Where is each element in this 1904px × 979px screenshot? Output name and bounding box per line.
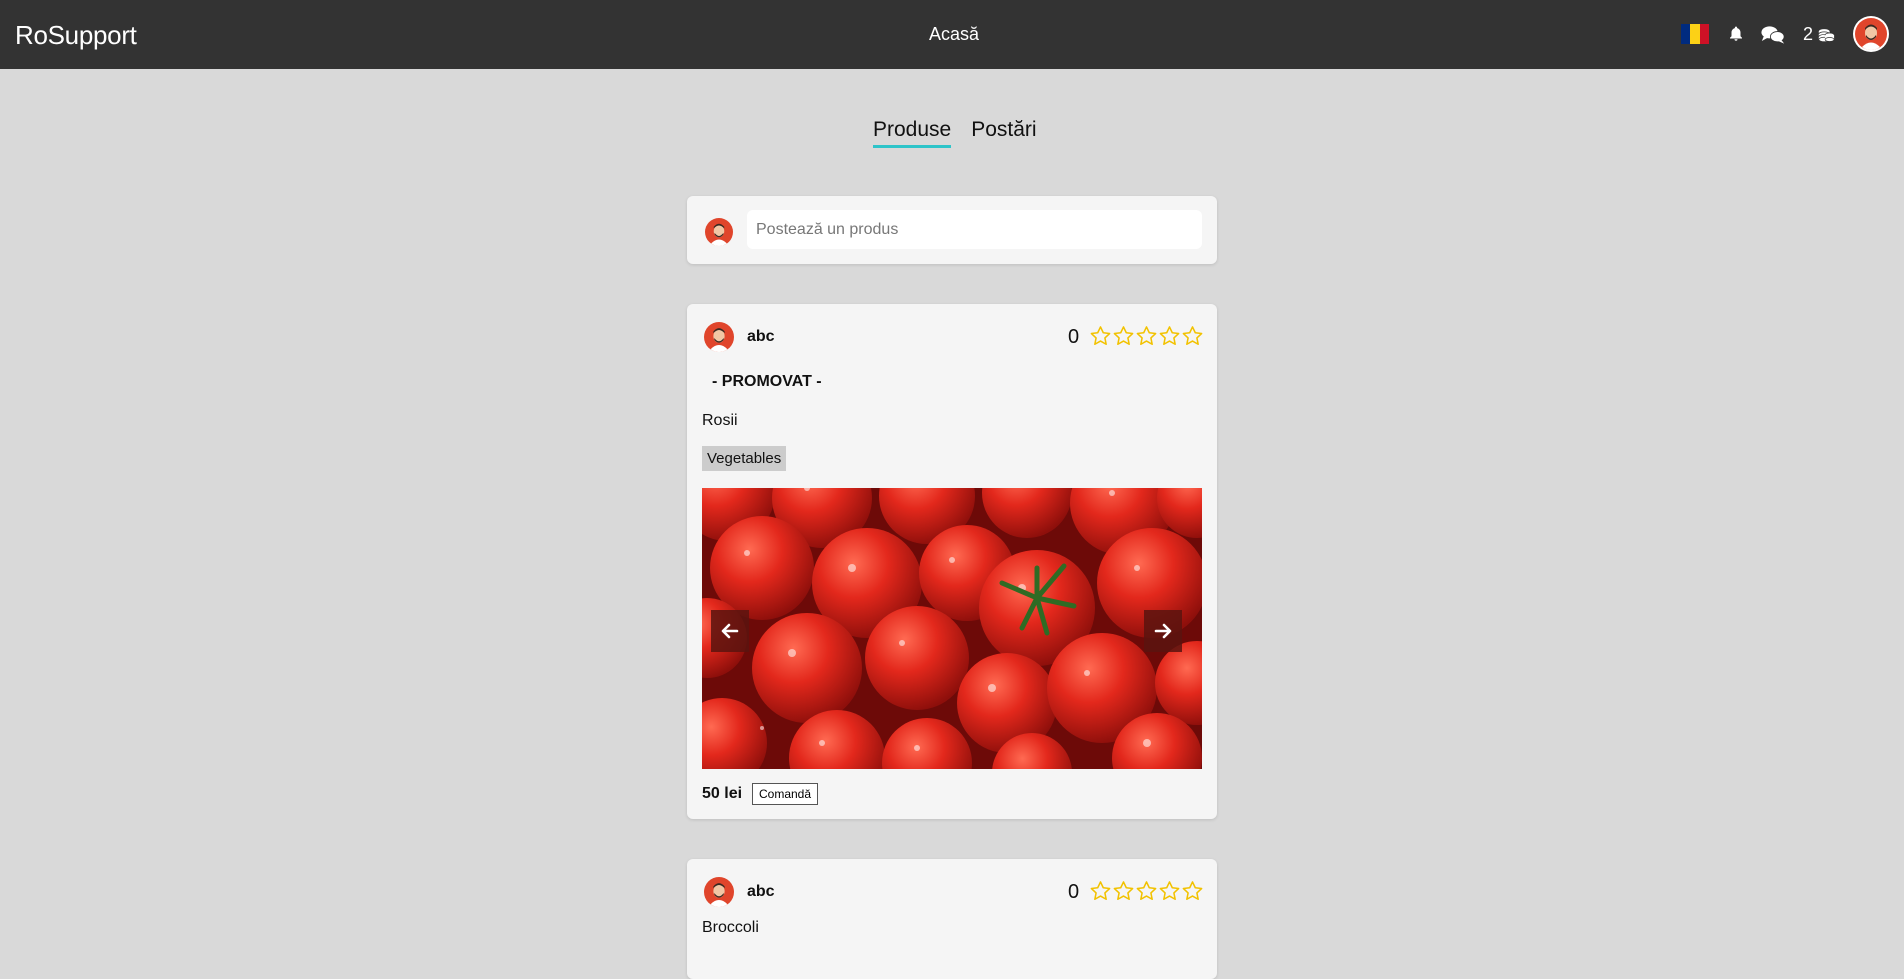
coins-icon [1818, 28, 1835, 42]
category-tag[interactable]: Vegetables [702, 446, 787, 471]
star-icon[interactable] [1135, 324, 1158, 348]
star-icon[interactable] [1181, 879, 1204, 903]
order-button[interactable]: Comandă [752, 783, 819, 805]
tab-products[interactable]: Produse [873, 118, 952, 148]
rating-stars[interactable] [1089, 879, 1204, 903]
product-name: Broccoli [702, 919, 759, 936]
top-navbar: RoSupport Acasă 2 [0, 0, 1904, 69]
content-tabs: Produse Postări [873, 118, 1037, 148]
star-icon[interactable] [1112, 879, 1135, 903]
star-icon[interactable] [1089, 324, 1112, 348]
user-avatar[interactable] [1853, 16, 1889, 52]
arrow-right-icon [1154, 623, 1172, 639]
product-card: abc 0 Broccoli [687, 859, 1217, 979]
carousel-next-button[interactable] [1144, 610, 1182, 652]
avatar[interactable] [704, 877, 734, 907]
coins-balance[interactable]: 2 [1803, 24, 1835, 45]
star-icon[interactable] [1158, 879, 1181, 903]
star-icon[interactable] [1158, 324, 1181, 348]
avatar[interactable] [704, 322, 734, 352]
chat-icon[interactable] [1761, 25, 1785, 45]
tab-posts[interactable]: Postări [971, 118, 1036, 148]
rating-stars[interactable] [1089, 324, 1204, 348]
star-icon[interactable] [1181, 324, 1204, 348]
post-product-input[interactable] [747, 210, 1202, 249]
arrow-left-icon [721, 623, 739, 639]
star-icon[interactable] [1135, 879, 1158, 903]
brand-logo[interactable]: RoSupport [15, 20, 137, 51]
product-card: abc 0 - PROMOVAT - Rosii Vegetables 50 l… [687, 304, 1217, 819]
product-username[interactable]: abc [747, 883, 775, 901]
promoted-label: - PROMOVAT - [712, 373, 822, 390]
coins-count: 2 [1803, 24, 1814, 44]
post-composer [687, 196, 1217, 264]
rating-value: 0 [1068, 881, 1080, 903]
romania-flag-icon[interactable] [1681, 24, 1709, 44]
nav-home-link[interactable]: Acasă [929, 24, 979, 45]
avatar [705, 218, 733, 246]
star-icon[interactable] [1112, 324, 1135, 348]
carousel-prev-button[interactable] [711, 610, 749, 652]
star-icon[interactable] [1089, 879, 1112, 903]
product-image-carousel [702, 488, 1202, 769]
bell-icon[interactable] [1727, 24, 1745, 44]
rating-value: 0 [1068, 326, 1080, 348]
product-name: Rosii [702, 412, 738, 429]
product-price: 50 lei [702, 785, 743, 802]
product-username[interactable]: abc [747, 328, 775, 346]
tomatoes-image [702, 488, 1202, 769]
